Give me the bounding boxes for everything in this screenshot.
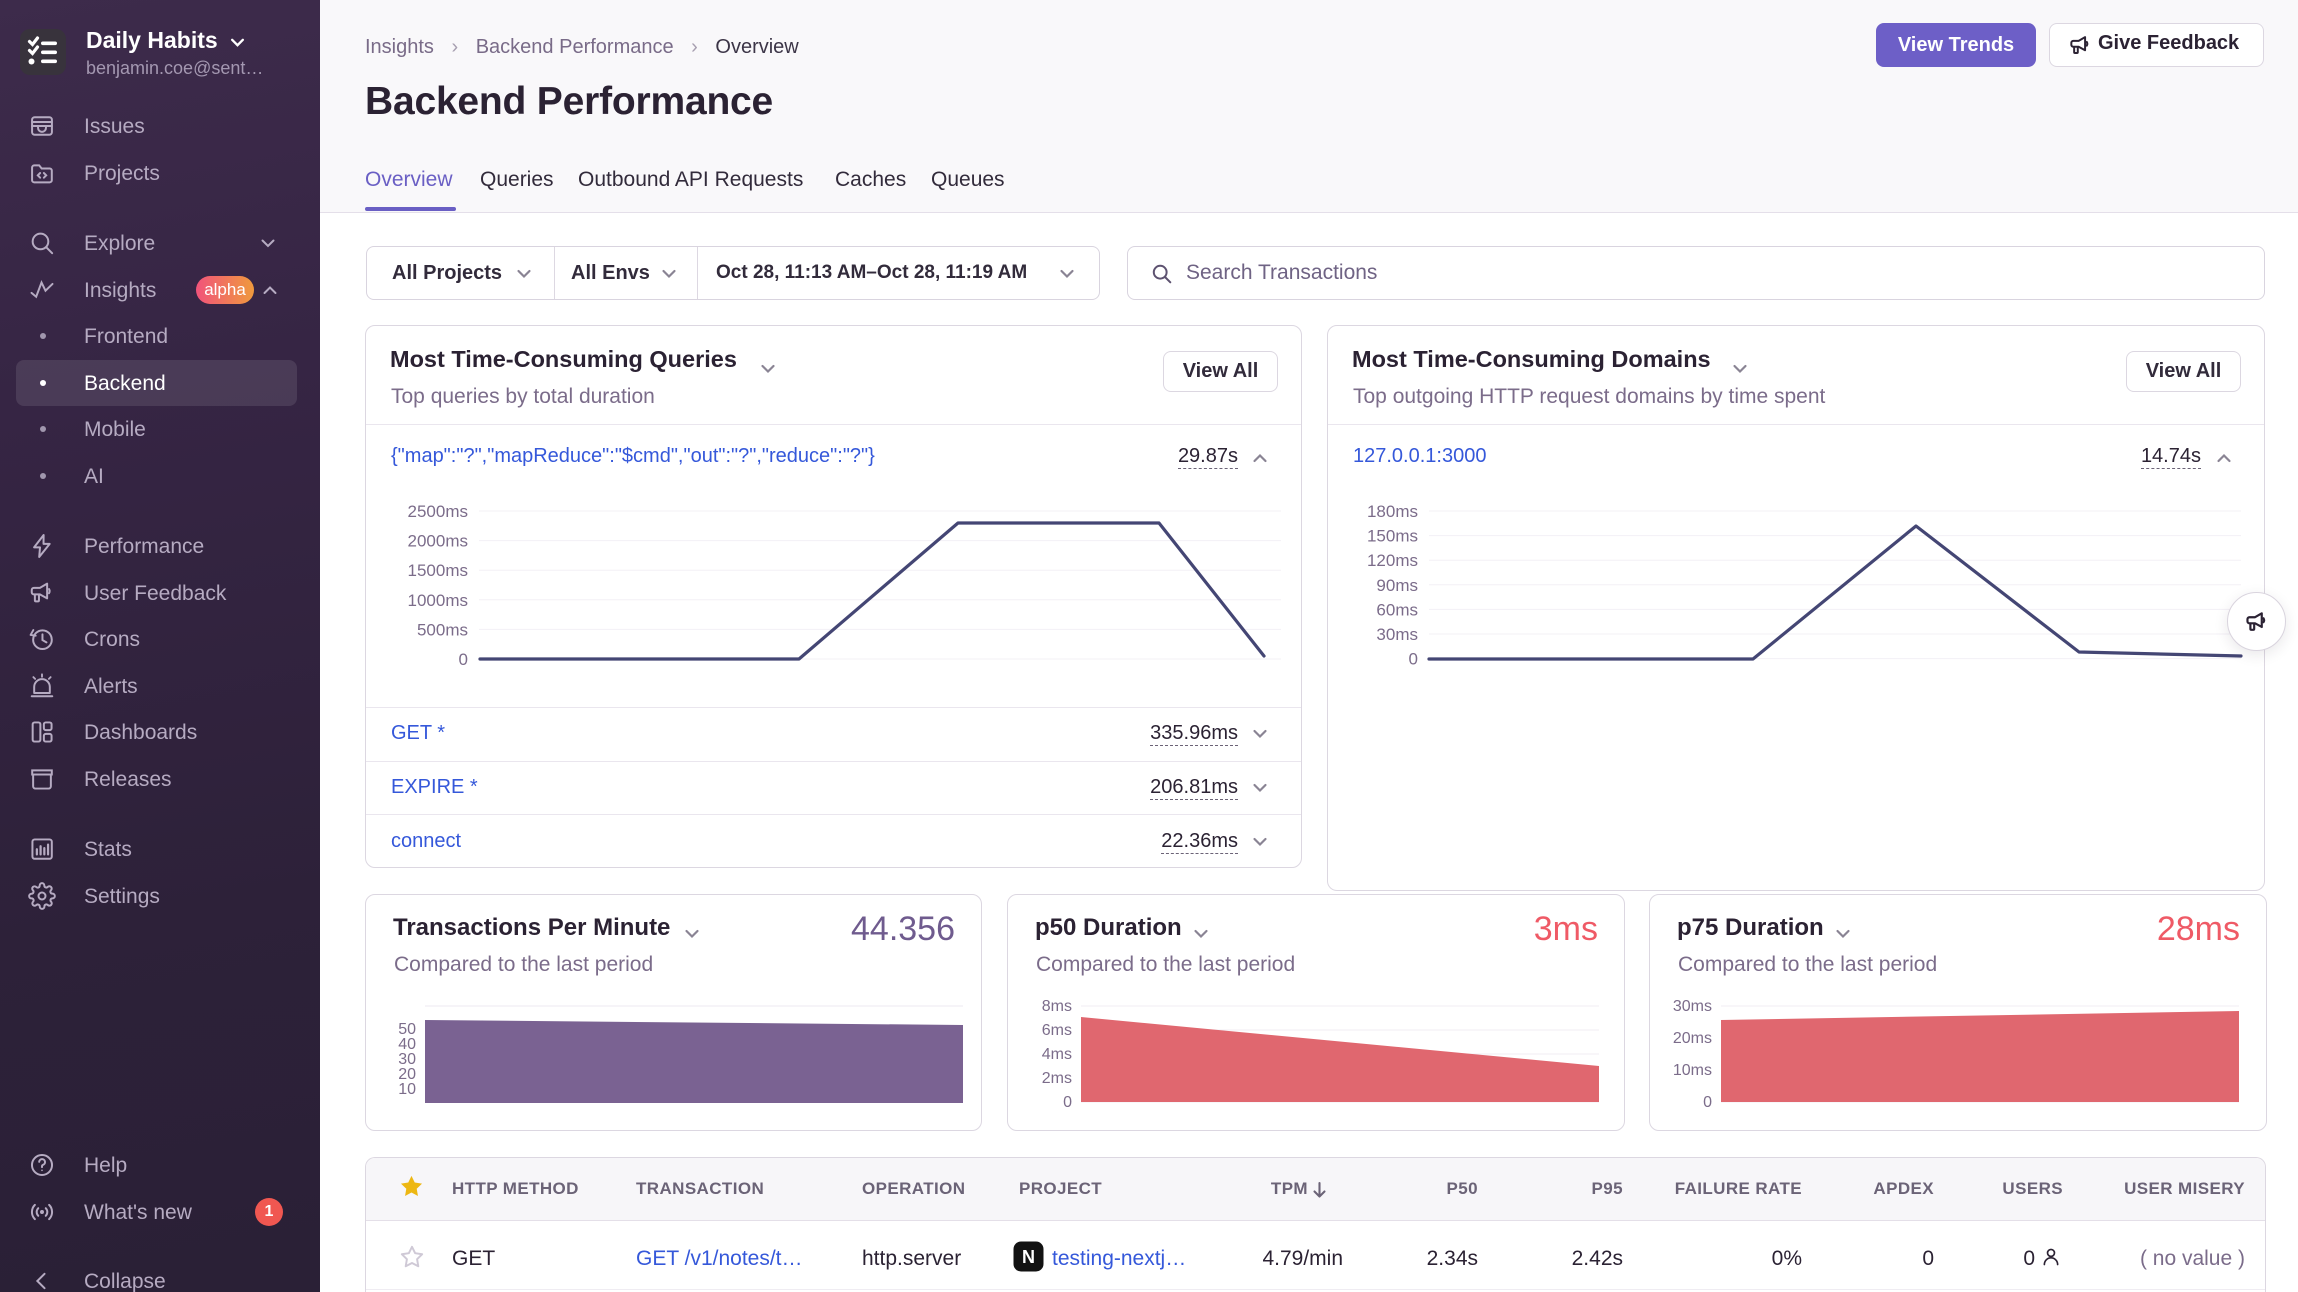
- svg-text:4ms: 4ms: [1042, 1046, 1072, 1063]
- svg-text:2ms: 2ms: [1042, 1070, 1072, 1087]
- svg-text:2000ms: 2000ms: [408, 532, 468, 551]
- svg-text:8ms: 8ms: [1042, 998, 1072, 1015]
- svg-text:30ms: 30ms: [1376, 625, 1418, 644]
- svg-text:0: 0: [459, 650, 468, 669]
- svg-text:150ms: 150ms: [1367, 527, 1418, 546]
- svg-text:1500ms: 1500ms: [408, 561, 468, 580]
- svg-text:N: N: [1022, 1247, 1035, 1267]
- svg-text:180ms: 180ms: [1367, 502, 1418, 521]
- svg-text:60ms: 60ms: [1376, 600, 1418, 619]
- svg-text:0: 0: [1703, 1094, 1712, 1111]
- svg-text:90ms: 90ms: [1376, 576, 1418, 595]
- svg-text:30ms: 30ms: [1673, 998, 1712, 1015]
- svg-text:10: 10: [398, 1081, 416, 1098]
- svg-text:500ms: 500ms: [417, 620, 468, 639]
- svg-text:0: 0: [1409, 650, 1418, 669]
- svg-text:20ms: 20ms: [1673, 1030, 1712, 1047]
- svg-text:1000ms: 1000ms: [408, 591, 468, 610]
- svg-text:2500ms: 2500ms: [408, 502, 468, 521]
- svg-text:120ms: 120ms: [1367, 551, 1418, 570]
- svg-text:6ms: 6ms: [1042, 1022, 1072, 1039]
- svg-text:0: 0: [1063, 1094, 1072, 1111]
- svg-text:10ms: 10ms: [1673, 1062, 1712, 1079]
